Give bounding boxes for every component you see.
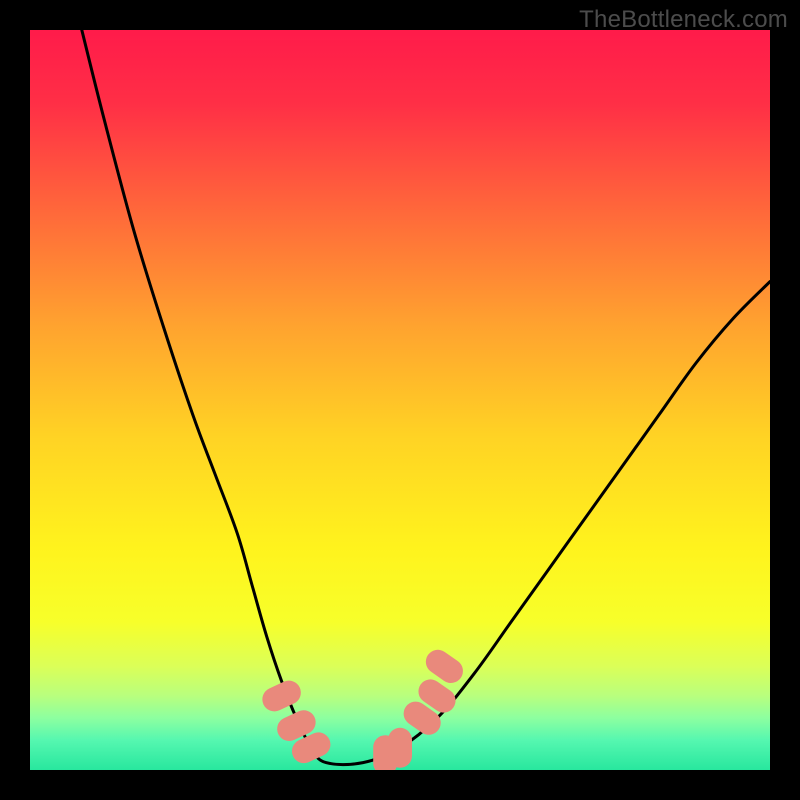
markers-group [258, 645, 467, 770]
curve-layer [30, 30, 770, 770]
chart-frame: TheBottleneck.com [0, 0, 800, 800]
marker-bottom-right-2 [388, 728, 412, 768]
bottleneck-curve [82, 30, 770, 765]
plot-area [30, 30, 770, 770]
